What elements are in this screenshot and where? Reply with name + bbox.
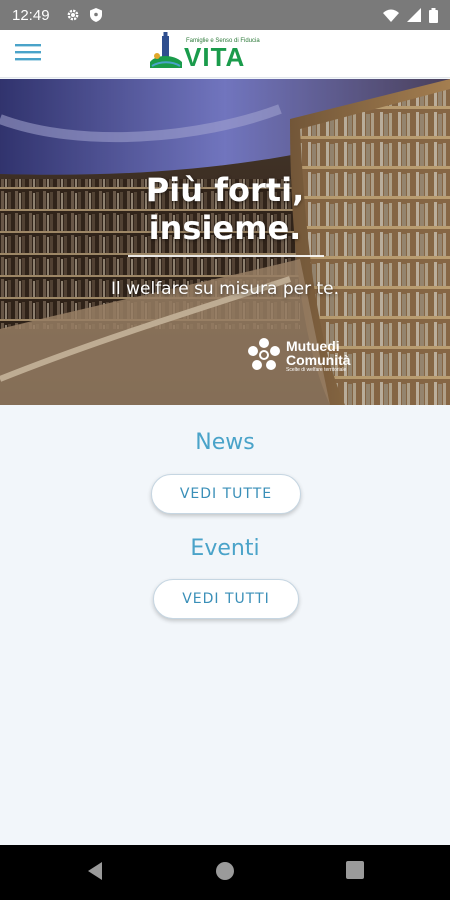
home-icon[interactable]: [215, 861, 235, 885]
events-view-all-button[interactable]: VEDI TUTTI: [153, 579, 299, 619]
hero-title-line1: Più forti,: [145, 171, 305, 209]
app-logo: Famiglie e Senso di Fiducia VITA: [148, 32, 260, 76]
events-section-title: Eventi: [190, 536, 260, 561]
partner-name-line1: Mutuedi: [286, 338, 340, 354]
news-section-title: News: [195, 430, 255, 455]
hamburger-menu-icon: [15, 43, 41, 65]
wifi-icon: [383, 9, 399, 22]
hero-divider: [128, 255, 324, 257]
partner-emblem-icon: [248, 338, 280, 370]
battery-icon: [429, 7, 438, 23]
menu-button[interactable]: [0, 30, 56, 78]
news-view-all-button[interactable]: VEDI TUTTE: [151, 474, 301, 514]
signal-icon: [407, 8, 421, 22]
partner-name-line2: Comunità: [286, 352, 351, 368]
logo-emblem-icon: [150, 32, 182, 68]
back-icon[interactable]: [86, 861, 104, 885]
status-time: 12:49: [12, 6, 50, 24]
settings-icon: [66, 8, 80, 22]
system-nav-bar: [0, 845, 450, 900]
shield-icon: [89, 8, 102, 22]
app-bar: Famiglie e Senso di Fiducia VITA: [0, 30, 450, 78]
logo-name: VITA: [184, 42, 246, 72]
status-bar: 12:49: [0, 0, 450, 30]
partner-tagline: Scelte di welfare territoriale: [286, 367, 347, 373]
hero-title-line2: insieme.: [148, 209, 302, 247]
hero-banner: Più forti, insieme. Il welfare su misura…: [0, 79, 450, 405]
partner-logo: Mutuedi Comunità Scelte di welfare terri…: [246, 337, 376, 377]
hero-title: Più forti, insieme.: [0, 171, 450, 247]
hero-subtitle: Il welfare su misura per te.: [110, 279, 340, 299]
recents-icon[interactable]: [346, 861, 364, 883]
